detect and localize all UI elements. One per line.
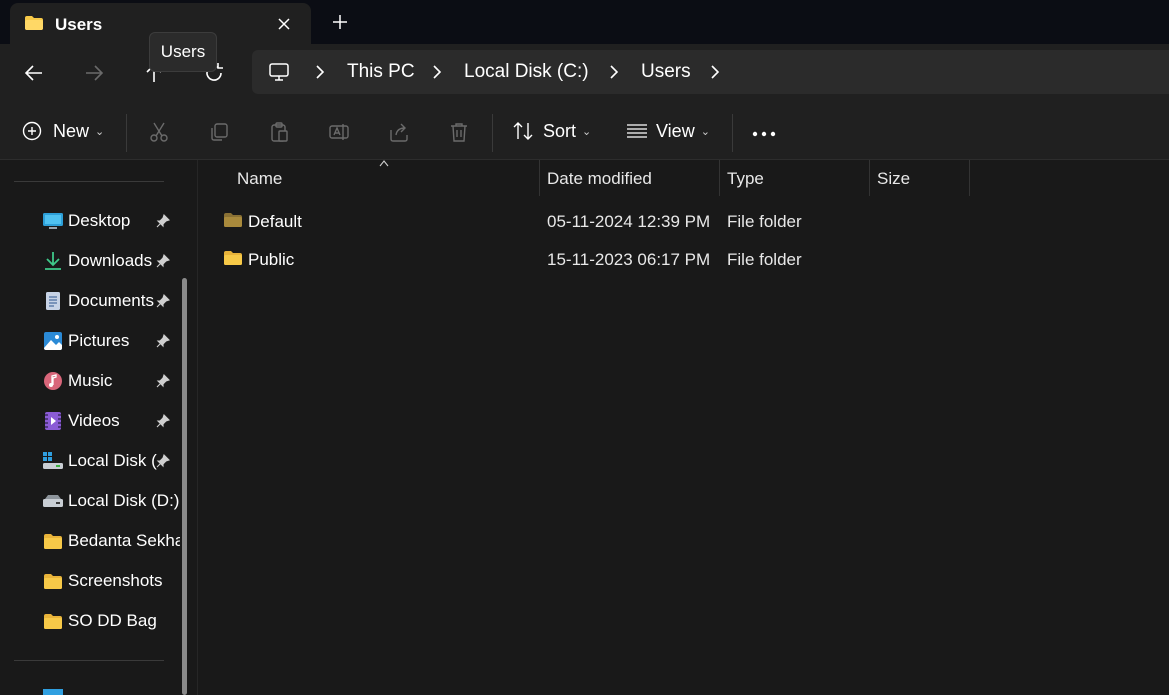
back-arrow-icon[interactable] (22, 61, 46, 85)
close-tab-icon[interactable] (274, 14, 294, 34)
forward-arrow-icon[interactable] (82, 61, 106, 85)
document-icon (46, 292, 60, 310)
tab-title: Users (55, 15, 103, 34)
pin-icon[interactable] (156, 414, 170, 428)
pin-icon[interactable] (156, 254, 170, 268)
add-circle-icon (22, 121, 42, 141)
drive-c-icon (43, 452, 63, 469)
download-icon (45, 252, 61, 270)
folder-icon (224, 213, 242, 227)
file-type: File folder (727, 212, 802, 231)
folder-icon (44, 614, 62, 629)
column-divider[interactable] (969, 160, 970, 196)
sidebar-item-local-disk-c[interactable]: Local Disk ( (42, 446, 182, 476)
sort-ascending-icon (379, 160, 389, 167)
pictures-icon (44, 332, 62, 350)
file-name: Default (248, 212, 302, 231)
sidebar-item-so-dd-bag[interactable]: SO DD Bag (42, 606, 182, 636)
command-bar: New ⌄ Sort ⌄ View ⌄ (0, 102, 1169, 160)
chevron-right-icon[interactable] (607, 65, 621, 79)
column-divider[interactable] (539, 160, 540, 196)
sidebar-item-desktop[interactable]: Desktop (42, 206, 182, 236)
file-date-modified: 05-11-2024 12:39 PM (547, 212, 711, 231)
sidebar-item-downloads[interactable]: Downloads (42, 246, 182, 276)
chevron-down-icon: ⌄ (582, 125, 592, 138)
column-header-name[interactable]: Name (237, 169, 282, 189)
sidebar-item-videos[interactable]: Videos (42, 406, 182, 436)
more-options-icon[interactable] (752, 131, 776, 137)
sidebar-item-label: Screenshots (68, 571, 163, 590)
delete-icon[interactable] (448, 121, 470, 143)
file-type: File folder (727, 250, 802, 269)
column-divider[interactable] (869, 160, 870, 196)
navigation-pane: Desktop Downloads Documents Pictures Mus… (0, 160, 190, 695)
column-header-size[interactable]: Size (877, 169, 910, 189)
this-pc-icon[interactable] (42, 688, 64, 695)
sidebar-item-label: Bedanta Sekha (68, 531, 180, 550)
breadcrumb-users[interactable]: Users (641, 61, 691, 83)
file-name: Public (248, 250, 295, 269)
divider (732, 114, 733, 152)
pin-icon[interactable] (156, 294, 170, 308)
column-header-type[interactable]: Type (727, 169, 764, 189)
breadcrumb-this-pc[interactable]: This PC (347, 61, 415, 83)
new-button-label: New (53, 120, 90, 141)
rename-icon[interactable] (328, 121, 350, 143)
folder-icon (44, 534, 62, 549)
pin-icon[interactable] (156, 214, 170, 228)
list-item[interactable]: Public 15-11-2023 06:17 PM File folder (218, 242, 978, 278)
copy-icon[interactable] (208, 121, 230, 143)
music-icon (44, 372, 62, 390)
file-list: Name Date modified Type Size Default 05-… (198, 160, 1169, 695)
divider (14, 181, 164, 182)
tooltip: Users (149, 32, 217, 72)
view-button-label: View (656, 120, 695, 141)
sidebar-scrollbar[interactable] (182, 278, 187, 695)
view-button[interactable]: View ⌄ (626, 102, 710, 160)
this-pc-icon[interactable] (268, 61, 290, 83)
view-list-icon (627, 124, 647, 138)
folder-icon (25, 16, 43, 30)
sidebar-item-local-disk-d[interactable]: Local Disk (D:) (42, 486, 182, 516)
sort-button-label: Sort (543, 120, 577, 141)
column-divider[interactable] (719, 160, 720, 196)
sidebar-item-music[interactable]: Music (42, 366, 182, 396)
sidebar-item-label: Local Disk (D:) (68, 491, 180, 510)
paste-icon[interactable] (268, 121, 290, 143)
list-item[interactable]: Default 05-11-2024 12:39 PM File folder (218, 204, 978, 240)
new-button[interactable]: New ⌄ (22, 102, 104, 160)
sort-icon (513, 122, 533, 140)
sidebar-item-pictures[interactable]: Pictures (42, 326, 182, 356)
videos-icon (45, 412, 61, 430)
chevron-right-icon[interactable] (313, 65, 327, 79)
sidebar-item-documents[interactable]: Documents (42, 286, 182, 316)
sidebar-item-bedanta-sekha[interactable]: Bedanta Sekha (42, 526, 182, 556)
folder-icon (224, 251, 242, 265)
sidebar-item-screenshots[interactable]: Screenshots (42, 566, 182, 596)
new-tab-icon[interactable] (330, 12, 350, 32)
desktop-icon (43, 213, 63, 229)
sort-button[interactable]: Sort ⌄ (512, 102, 591, 160)
divider (126, 114, 127, 152)
drive-icon (43, 495, 63, 507)
pin-icon[interactable] (156, 334, 170, 348)
chevron-down-icon: ⌄ (95, 125, 105, 138)
file-date-modified: 15-11-2023 06:17 PM (547, 250, 711, 269)
folder-icon (44, 574, 62, 589)
chevron-down-icon: ⌄ (700, 125, 710, 138)
pin-icon[interactable] (156, 374, 170, 388)
column-header-date-modified[interactable]: Date modified (547, 169, 652, 189)
divider (14, 660, 164, 661)
share-icon[interactable] (388, 121, 410, 143)
breadcrumb-local-disk-c[interactable]: Local Disk (C:) (464, 61, 589, 83)
address-bar[interactable]: This PC Local Disk (C:) Users (252, 50, 1169, 94)
chevron-right-icon[interactable] (430, 65, 444, 79)
sidebar-item-label: SO DD Bag (68, 611, 157, 630)
chevron-right-icon[interactable] (708, 65, 722, 79)
cut-icon[interactable] (148, 121, 170, 143)
divider (492, 114, 493, 152)
pin-icon[interactable] (156, 454, 170, 468)
